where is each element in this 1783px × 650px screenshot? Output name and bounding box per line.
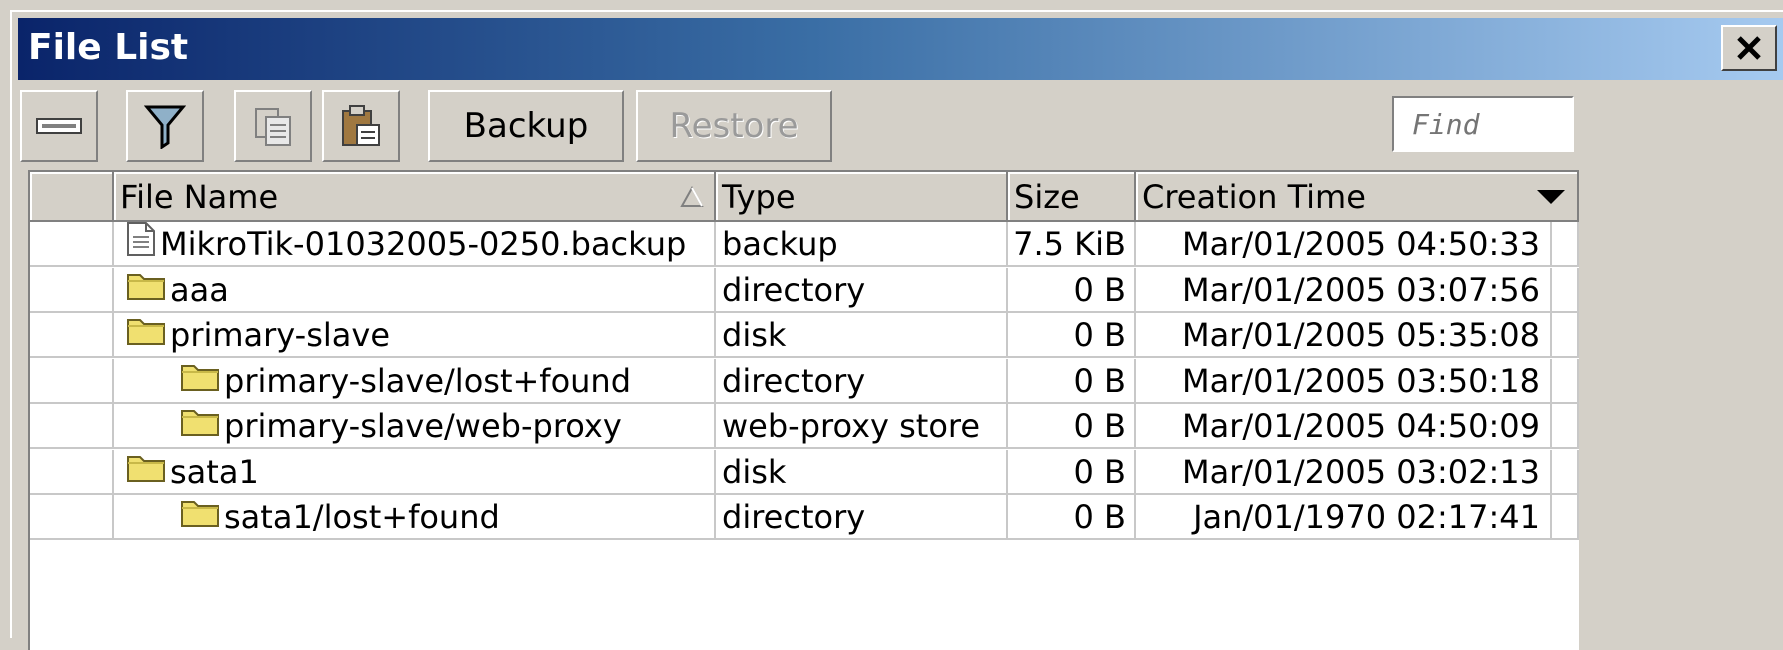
file-name-cell[interactable]: sata1 <box>114 449 716 495</box>
creation-time-cell[interactable]: Mar/01/2005 04:50:33 <box>1136 222 1552 267</box>
size-cell[interactable]: 0 B <box>1008 358 1136 404</box>
creation-time-cell[interactable]: Mar/01/2005 03:02:13 <box>1136 449 1552 495</box>
creation-time-cell[interactable]: Jan/01/1970 02:17:41 <box>1136 495 1552 540</box>
column-header-size[interactable]: Size <box>1008 172 1136 222</box>
column-label: Type <box>722 178 796 216</box>
paste-button[interactable] <box>322 90 400 162</box>
find-input[interactable] <box>1392 96 1574 152</box>
file-name: sata1/lost+found <box>224 498 500 536</box>
creation-time-cell[interactable]: Mar/01/2005 04:50:09 <box>1136 404 1552 449</box>
file-name: sata1 <box>170 452 259 491</box>
column-label: File Name <box>120 178 279 216</box>
file-name: primary-slave/web-proxy <box>224 407 622 445</box>
chevron-down-icon <box>1537 190 1565 204</box>
file-name-cell[interactable]: aaa <box>114 267 716 313</box>
type-cell[interactable]: directory <box>716 267 1008 313</box>
table-row[interactable]: aaa directory 0 B Mar/01/2005 03:07:56 <box>30 267 1581 313</box>
sort-ascending-icon <box>680 186 704 207</box>
type-cell[interactable]: disk <box>716 313 1008 358</box>
file-name-cell[interactable]: primary-slave/lost+found <box>114 358 716 404</box>
close-icon <box>1737 36 1761 60</box>
row-selector[interactable] <box>30 404 114 449</box>
column-header-creation-time[interactable]: Creation Time <box>1136 172 1579 222</box>
row-selector[interactable] <box>30 495 114 540</box>
type-cell[interactable]: directory <box>716 495 1008 540</box>
type-cell[interactable]: web-proxy store <box>716 404 1008 449</box>
file-name: primary-slave/lost+found <box>224 361 632 400</box>
copy-button[interactable] <box>234 90 312 162</box>
column-label: Creation Time <box>1142 178 1366 216</box>
creation-time-cell[interactable]: Mar/01/2005 03:07:56 <box>1136 267 1552 313</box>
row-selector[interactable] <box>30 358 114 404</box>
row-filler <box>1552 404 1579 449</box>
size-cell[interactable]: 0 B <box>1008 313 1136 358</box>
row-selector[interactable] <box>30 267 114 313</box>
size-cell[interactable]: 0 B <box>1008 449 1136 495</box>
row-filler <box>1552 222 1579 267</box>
row-selector[interactable] <box>30 313 114 358</box>
row-filler <box>1552 313 1579 358</box>
size-cell[interactable]: 7.5 KiB <box>1008 222 1136 267</box>
table-row[interactable]: sata1/lost+found directory 0 B Jan/01/1970 … <box>30 495 1581 540</box>
file-name: aaa <box>170 270 229 309</box>
type-cell[interactable]: backup <box>716 222 1008 267</box>
folder-icon <box>180 495 220 538</box>
type-cell[interactable]: directory <box>716 358 1008 404</box>
window-title: File List <box>28 27 189 68</box>
folder-icon <box>180 359 220 402</box>
file-icon <box>126 222 156 265</box>
folder-icon <box>126 313 166 356</box>
row-filler <box>1552 267 1579 313</box>
creation-time-cell[interactable]: Mar/01/2005 03:50:18 <box>1136 358 1552 404</box>
row-filler <box>1552 449 1579 495</box>
size-cell[interactable]: 0 B <box>1008 495 1136 540</box>
minus-icon <box>36 118 82 134</box>
type-cell[interactable]: disk <box>716 449 1008 495</box>
row-selector[interactable] <box>30 222 114 267</box>
file-name: MikroTik-01032005-0250.backup <box>160 225 687 263</box>
row-filler <box>1552 495 1579 540</box>
file-list-window: File List Backup Restore Find File Name … <box>10 10 1783 650</box>
copy-icon <box>255 108 291 146</box>
filter-icon <box>144 105 186 149</box>
column-label: Size <box>1014 178 1080 216</box>
file-table: File Name Type Size Creation Time MikroT… <box>28 170 1579 650</box>
table-row[interactable]: sata1 disk 0 B Mar/01/2005 03:02:13 <box>30 449 1581 495</box>
row-selector[interactable] <box>30 449 114 495</box>
file-name-cell[interactable]: primary-slave <box>114 313 716 358</box>
title-bar[interactable]: File List <box>18 18 1783 80</box>
file-name-cell[interactable]: primary-slave/web-proxy <box>114 404 716 449</box>
table-row[interactable]: primary-slave/web-proxy web-proxy store 0 … <box>30 404 1581 449</box>
column-header-type[interactable]: Type <box>716 172 1008 222</box>
restore-button[interactable]: Restore <box>636 90 832 162</box>
folder-icon <box>126 450 166 493</box>
table-row[interactable]: primary-slave disk 0 B Mar/01/2005 05:35:08 <box>30 313 1581 358</box>
table-row[interactable]: primary-slave/lost+found directory 0 B Mar/… <box>30 358 1581 404</box>
size-cell[interactable]: 0 B <box>1008 267 1136 313</box>
file-name-cell[interactable]: sata1/lost+found <box>114 495 716 540</box>
table-row[interactable]: MikroTik-01032005-0250.backup backup 7.5 K… <box>30 222 1581 267</box>
file-name-cell[interactable]: MikroTik-01032005-0250.backup <box>114 222 716 267</box>
column-header-file-name[interactable]: File Name <box>114 172 716 222</box>
close-button[interactable] <box>1721 25 1777 71</box>
creation-time-cell[interactable]: Mar/01/2005 05:35:08 <box>1136 313 1552 358</box>
column-menu-button[interactable] <box>1523 172 1579 222</box>
file-name: primary-slave <box>170 316 391 354</box>
row-header-column[interactable] <box>30 172 114 222</box>
row-filler <box>1552 358 1579 404</box>
size-cell[interactable]: 0 B <box>1008 404 1136 449</box>
folder-icon <box>180 404 220 447</box>
backup-button[interactable]: Backup <box>428 90 624 162</box>
paste-icon <box>342 105 380 146</box>
folder-icon <box>126 268 166 311</box>
remove-button[interactable] <box>20 90 98 162</box>
filter-button[interactable] <box>126 90 204 162</box>
